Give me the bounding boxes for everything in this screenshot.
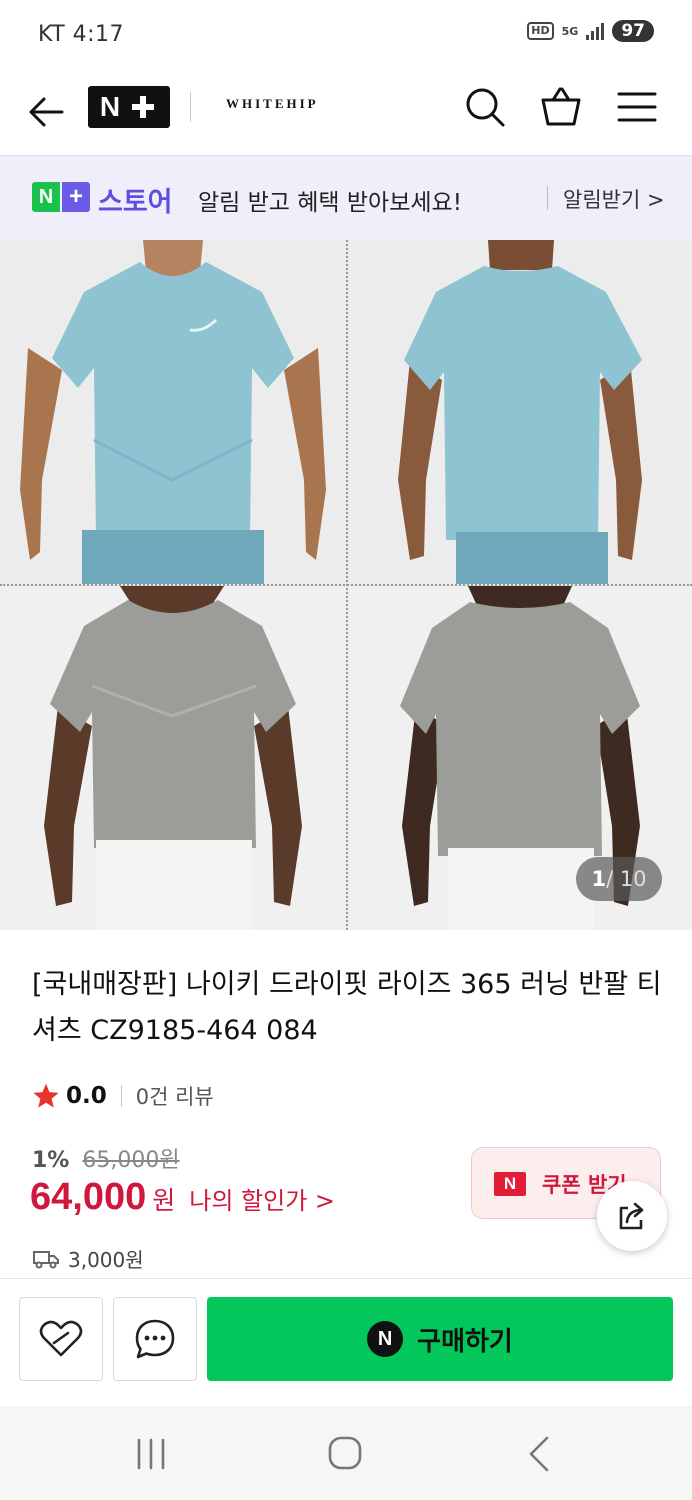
rating-divider (120, 1085, 122, 1107)
product-image-blue-front[interactable] (0, 240, 346, 584)
status-icons: HD 5G 97 (527, 20, 654, 42)
product-image-blue-back[interactable] (348, 240, 692, 584)
gallery-grid-divider-horizontal (0, 584, 692, 586)
naver-plus-store-logo: N + (32, 182, 90, 212)
buy-now-button[interactable]: N 구매하기 (207, 1297, 673, 1381)
discount-rate: 1% (32, 1148, 70, 1173)
shipping-fee-value: 3,000원 (68, 1248, 144, 1272)
search-button[interactable] (462, 84, 508, 130)
home-button[interactable] (321, 1432, 369, 1476)
recent-apps-icon (137, 1438, 165, 1470)
naver-n-icon: N (494, 1172, 526, 1196)
delivery-truck-icon (33, 1250, 59, 1268)
shopping-bag-icon (541, 87, 581, 126)
promo-store-label: 스토어 (98, 187, 173, 218)
share-icon (619, 1202, 644, 1230)
review-count[interactable]: 0건 리뷰 (136, 1081, 214, 1111)
share-button[interactable] (597, 1181, 667, 1251)
image-counter-total: / 10 (606, 867, 647, 891)
chevron-left-icon (529, 1436, 549, 1472)
app-header: N WHITEHIP (0, 72, 692, 156)
header-divider (190, 92, 191, 122)
rating-summary[interactable]: 0.0 0건 리뷰 (32, 1080, 214, 1112)
price-row: 64,000 원 나의 할인가 > (30, 1176, 335, 1219)
home-icon (328, 1436, 362, 1470)
recent-apps-button[interactable] (127, 1432, 175, 1476)
menu-button[interactable] (614, 84, 660, 130)
system-back-button[interactable] (515, 1432, 563, 1476)
naver-plus-logo[interactable]: N (88, 86, 170, 128)
search-icon (466, 88, 505, 127)
original-price: 65,000원 (82, 1148, 180, 1173)
wishlist-button[interactable] (19, 1297, 103, 1381)
price-currency: 원 (152, 1186, 176, 1215)
notification-subscribe-link[interactable]: 알림받기 > (563, 184, 665, 214)
signal-icon (586, 22, 605, 40)
battery-level: 97 (612, 20, 654, 42)
naver-pay-icon: N (367, 1321, 404, 1357)
network-5g-icon: 5G (561, 24, 579, 38)
back-button[interactable] (24, 90, 68, 134)
buy-now-label: 구매하기 (417, 1326, 513, 1357)
my-discount-price-link[interactable]: 나의 할인가 > (189, 1181, 335, 1216)
status-bar: KT 4:17 HD 5G 97 (0, 0, 692, 72)
status-time: KT 4:17 (38, 22, 125, 47)
image-counter-current: 1 (591, 867, 607, 891)
star-icon (33, 1083, 59, 1108)
store-promo-banner[interactable]: N + 스토어 알림 받고 혜택 받아보세요! 알림받기 > (0, 156, 692, 240)
product-image-gallery[interactable]: 1 / 10 (0, 240, 692, 930)
brand-name[interactable]: WHITEHIP (226, 96, 319, 112)
talk-inquiry-button[interactable] (113, 1297, 197, 1381)
image-counter: 1 / 10 (576, 857, 662, 901)
hd-icon: HD (527, 22, 554, 40)
rating-score: 0.0 (66, 1083, 107, 1109)
chat-bubble-icon (135, 1319, 175, 1359)
purchase-bar: N 구매하기 (0, 1278, 692, 1406)
menu-icon (617, 92, 657, 122)
sale-price: 64,000 (30, 1176, 147, 1218)
discount-row: 1% 65,000원 (32, 1142, 180, 1174)
shipping-fee: 3,000원 (32, 1244, 144, 1273)
heart-icon (39, 1320, 83, 1357)
promo-divider (547, 186, 548, 210)
product-image-gray-front[interactable] (0, 586, 346, 930)
cart-button[interactable] (538, 84, 584, 130)
promo-message: 알림 받고 혜택 받아보세요! (198, 190, 462, 216)
back-arrow-icon (29, 97, 64, 127)
product-title: [국내매장판] 나이키 드라이핏 라이즈 365 러닝 반팔 티셔츠 CZ918… (32, 969, 662, 1046)
system-navigation-bar (0, 1406, 692, 1500)
